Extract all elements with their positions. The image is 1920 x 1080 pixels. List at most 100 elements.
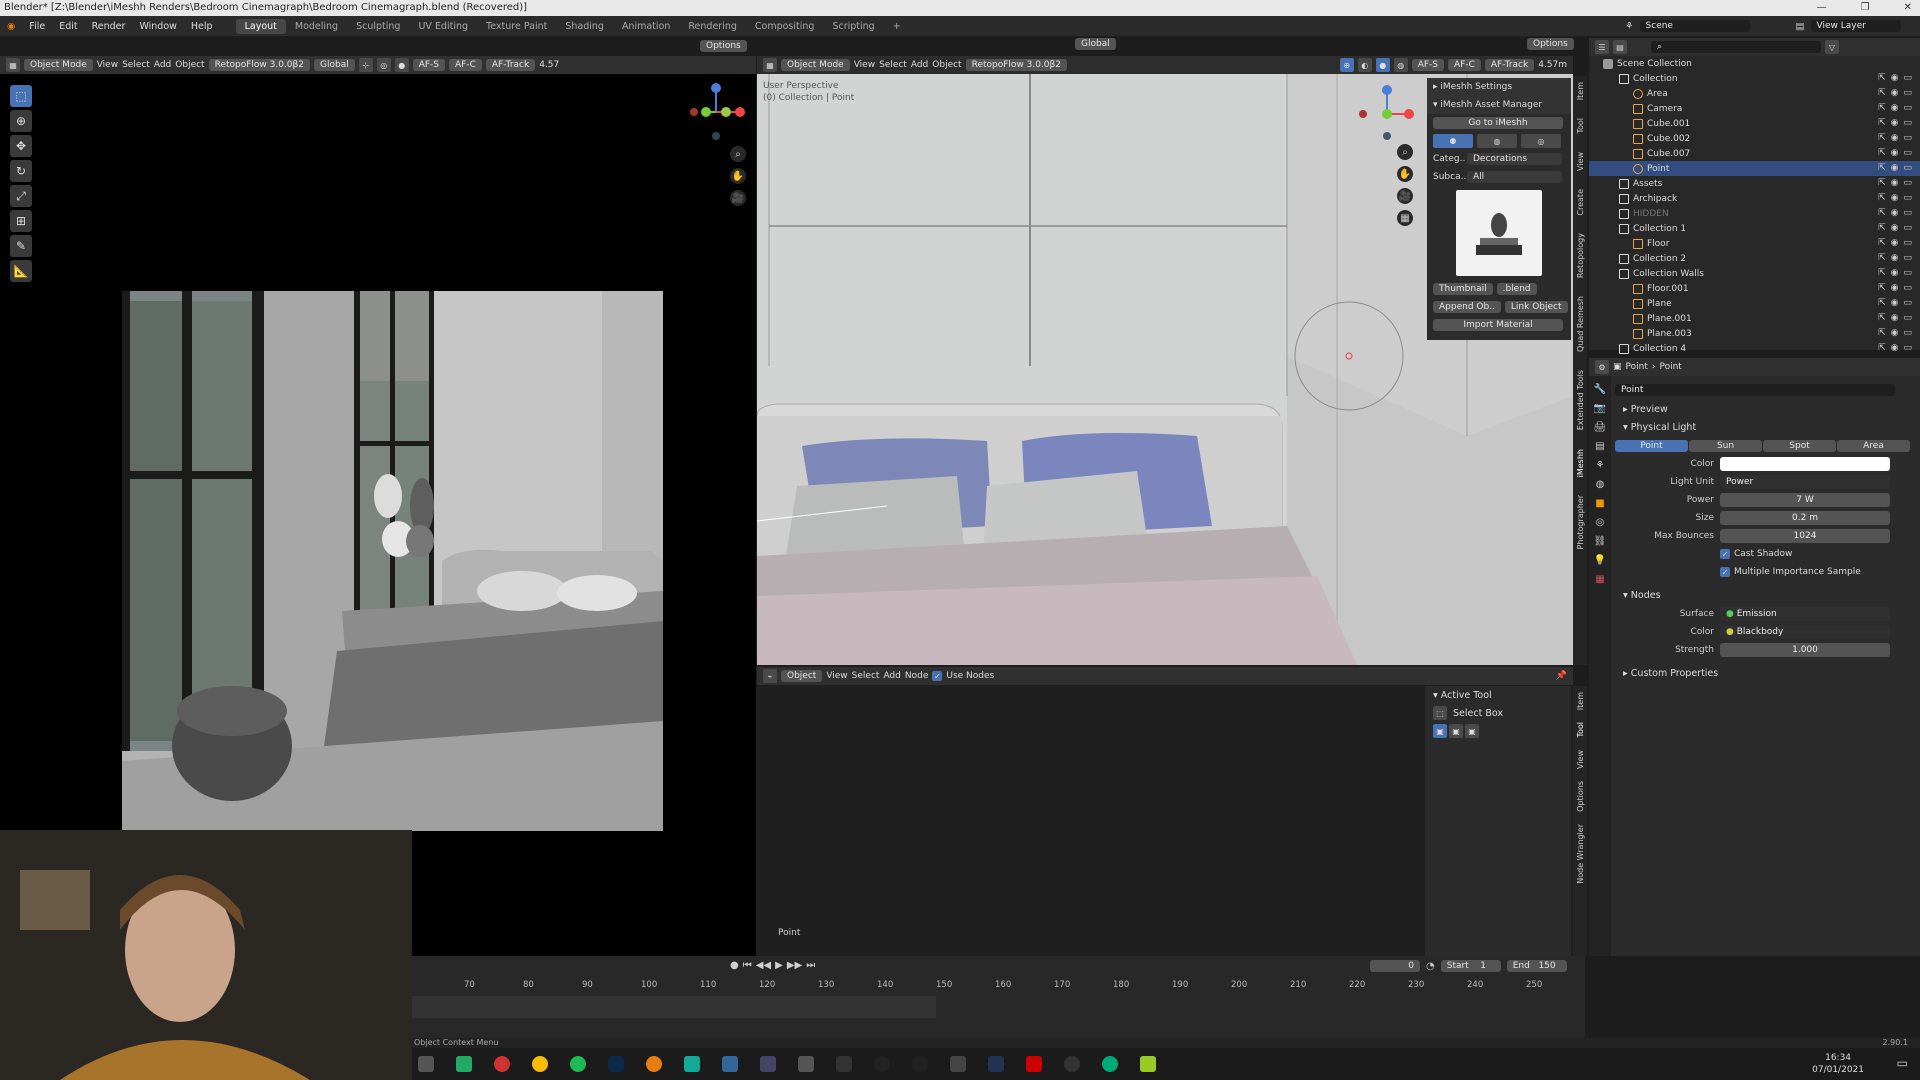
visibility-toggles[interactable]: ⇱ ◉ ▭ bbox=[1878, 328, 1912, 338]
tool-tab-icon[interactable]: 🔧 bbox=[1594, 384, 1606, 395]
visibility-toggles[interactable]: ⇱ ◉ ▭ bbox=[1878, 268, 1912, 278]
render-tab-icon[interactable]: 📷 bbox=[1594, 403, 1606, 414]
select-toggle-icon[interactable]: ⇱ bbox=[1878, 118, 1886, 128]
move-tool-icon[interactable]: ✥ bbox=[10, 135, 32, 157]
node-menu-add[interactable]: Add bbox=[883, 671, 900, 681]
visibility-toggles[interactable]: ⇱ ◉ ▭ bbox=[1878, 223, 1912, 233]
select-toggle-icon[interactable]: ⇱ bbox=[1878, 88, 1886, 98]
physical-light-panel-header[interactable]: ▾ Physical Light bbox=[1615, 418, 1915, 436]
scene-collection-row[interactable]: Scene Collection bbox=[1589, 56, 1920, 71]
select-toggle-icon[interactable]: ⇱ bbox=[1878, 283, 1886, 293]
left-menu-select[interactable]: Select bbox=[122, 60, 150, 70]
eye-icon[interactable]: ◉ bbox=[1891, 103, 1899, 113]
visibility-toggles[interactable]: ⇱ ◉ ▭ bbox=[1878, 73, 1912, 83]
constraints-tab-icon[interactable]: ⛓ bbox=[1594, 536, 1607, 547]
right-editor-type-icon[interactable]: ▦ bbox=[763, 58, 777, 72]
goto-imeshh-button[interactable]: Go to iMeshh bbox=[1433, 117, 1563, 129]
blender-taskbar-icon[interactable] bbox=[646, 1056, 662, 1072]
menu-file[interactable]: File bbox=[22, 21, 52, 32]
right-shading-solid-icon[interactable]: ● bbox=[1375, 58, 1390, 72]
app-icon-8[interactable] bbox=[912, 1056, 928, 1072]
select-toggle-icon[interactable]: ⇱ bbox=[1878, 328, 1886, 338]
right-menu-view[interactable]: View bbox=[854, 60, 875, 70]
select-toggle-icon[interactable]: ⇱ bbox=[1878, 238, 1886, 248]
light-unit-dropdown[interactable]: Power bbox=[1720, 475, 1890, 489]
render-toggle-icon[interactable]: ▭ bbox=[1903, 268, 1912, 278]
select-toggle-icon[interactable]: ⇱ bbox=[1878, 163, 1886, 173]
visibility-toggles[interactable]: ⇱ ◉ ▭ bbox=[1878, 283, 1912, 293]
filter-icon[interactable]: ▽ bbox=[1825, 40, 1839, 54]
visibility-toggles[interactable]: ⇱ ◉ ▭ bbox=[1878, 238, 1912, 248]
light-type-spot[interactable]: Spot bbox=[1763, 440, 1836, 452]
select-mode-extend-icon[interactable]: ▣ bbox=[1449, 724, 1463, 738]
visibility-toggles[interactable]: ⇱ ◉ ▭ bbox=[1878, 343, 1912, 353]
record-icon[interactable]: ● bbox=[730, 960, 739, 971]
light-type-point[interactable]: Point bbox=[1615, 440, 1688, 452]
node-tab-item[interactable]: Item bbox=[1576, 692, 1585, 710]
outliner-search-input[interactable]: ⌕ bbox=[1651, 41, 1821, 53]
eye-icon[interactable]: ◉ bbox=[1891, 328, 1899, 338]
node-menu-view[interactable]: View bbox=[826, 671, 847, 681]
outliner-row[interactable]: Area ⇱ ◉ ▭ bbox=[1589, 86, 1920, 101]
outliner-row[interactable]: Collection 1 ⇱ ◉ ▭ bbox=[1589, 221, 1920, 236]
taskview-icon[interactable] bbox=[418, 1056, 434, 1072]
proportional-icon[interactable]: ◎ bbox=[376, 58, 391, 72]
right-options-button[interactable]: Options bbox=[1527, 38, 1574, 50]
eye-icon[interactable]: ◉ bbox=[1891, 238, 1899, 248]
app-icon-7[interactable] bbox=[874, 1056, 890, 1072]
left-transform-orientation[interactable]: Global bbox=[314, 59, 355, 71]
render-toggle-icon[interactable]: ▭ bbox=[1903, 328, 1912, 338]
render-toggle-icon[interactable]: ▭ bbox=[1903, 223, 1912, 233]
eye-icon[interactable]: ◉ bbox=[1891, 268, 1899, 278]
jump-end-icon[interactable]: ⏭ bbox=[806, 960, 815, 971]
select-mode-subtract-icon[interactable]: ▣ bbox=[1465, 724, 1479, 738]
render-toggle-icon[interactable]: ▭ bbox=[1903, 298, 1912, 308]
outliner-row[interactable]: HIDDEN ⇱ ◉ ▭ bbox=[1589, 206, 1920, 221]
visibility-toggles[interactable]: ⇱ ◉ ▭ bbox=[1878, 163, 1912, 173]
select-toggle-icon[interactable]: ⇱ bbox=[1878, 223, 1886, 233]
visibility-toggles[interactable]: ⇱ ◉ ▭ bbox=[1878, 298, 1912, 308]
power-field[interactable]: 7 W bbox=[1720, 493, 1890, 507]
eye-icon[interactable]: ◉ bbox=[1891, 313, 1899, 323]
rotate-tool-icon[interactable]: ↻ bbox=[10, 160, 32, 182]
light-type-area[interactable]: Area bbox=[1837, 440, 1910, 452]
select-toggle-icon[interactable]: ⇱ bbox=[1878, 148, 1886, 158]
minimize-icon[interactable]: — bbox=[1817, 0, 1827, 16]
outliner-row[interactable]: Camera ⇱ ◉ ▭ bbox=[1589, 101, 1920, 116]
color-input-field[interactable]: ● Blackbody bbox=[1720, 625, 1890, 639]
side-tab-photographer[interactable]: Photographer bbox=[1576, 495, 1585, 549]
render-toggle-icon[interactable]: ▭ bbox=[1903, 178, 1912, 188]
visibility-toggles[interactable]: ⇱ ◉ ▭ bbox=[1878, 208, 1912, 218]
left-af-c[interactable]: AF-C bbox=[449, 59, 482, 71]
render-toggle-icon[interactable]: ▭ bbox=[1903, 343, 1912, 353]
preview-panel-header[interactable]: ▸ Preview bbox=[1615, 400, 1915, 418]
menu-help[interactable]: Help bbox=[184, 21, 220, 32]
right-transform-orientation[interactable]: Global bbox=[1075, 38, 1116, 50]
light-datablock-field[interactable]: Point bbox=[1615, 384, 1895, 396]
notification-icon[interactable]: ▭ bbox=[1897, 1056, 1908, 1070]
visibility-toggles[interactable]: ⇱ ◉ ▭ bbox=[1878, 88, 1912, 98]
node-menu-select[interactable]: Select bbox=[852, 671, 880, 681]
eye-icon[interactable]: ◉ bbox=[1891, 73, 1899, 83]
side-tab-retopology[interactable]: Retopology bbox=[1576, 233, 1585, 278]
scale-tool-icon[interactable]: ⤢ bbox=[10, 185, 32, 207]
close-icon[interactable]: ✕ bbox=[1904, 0, 1912, 16]
select-toggle-icon[interactable]: ⇱ bbox=[1878, 193, 1886, 203]
custom-properties-header[interactable]: ▸ Custom Properties bbox=[1615, 664, 1915, 682]
eye-icon[interactable]: ◉ bbox=[1891, 148, 1899, 158]
render-toggle-icon[interactable]: ▭ bbox=[1903, 193, 1912, 203]
annotate-tool-icon[interactable]: ✎ bbox=[10, 235, 32, 257]
right-af-s[interactable]: AF-S bbox=[1411, 59, 1444, 71]
eye-icon[interactable]: ◉ bbox=[1891, 208, 1899, 218]
left-retopoflow-button[interactable]: RetopoFlow 3.0.0β2 bbox=[208, 59, 310, 71]
eye-icon[interactable]: ◉ bbox=[1891, 298, 1899, 308]
eye-icon[interactable]: ◉ bbox=[1891, 118, 1899, 128]
camera-view-icon[interactable]: 🎥 bbox=[730, 190, 746, 206]
end-frame-field[interactable]: End 150 bbox=[1506, 960, 1567, 972]
render-toggle-icon[interactable]: ▭ bbox=[1903, 163, 1912, 173]
outliner-row[interactable]: Plane.001 ⇱ ◉ ▭ bbox=[1589, 311, 1920, 326]
nodes-panel-header[interactable]: ▾ Nodes bbox=[1615, 586, 1915, 604]
right-menu-select[interactable]: Select bbox=[879, 60, 907, 70]
select-toggle-icon[interactable]: ⇱ bbox=[1878, 268, 1886, 278]
append-object-button[interactable]: Append Ob.. bbox=[1433, 301, 1501, 313]
